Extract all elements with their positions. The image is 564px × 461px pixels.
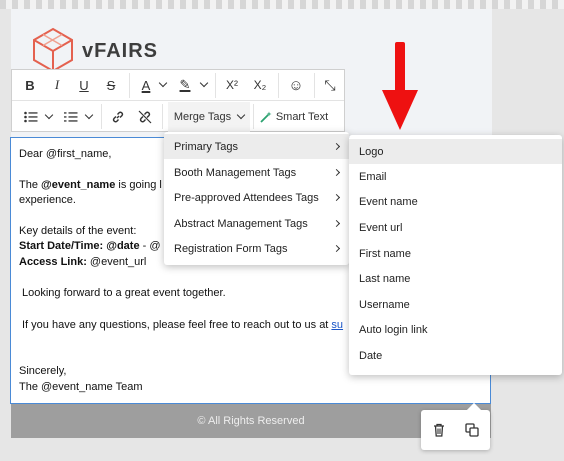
tag-item-email[interactable]: Email <box>349 164 562 189</box>
access-link-line: Access Link: @event_url <box>19 256 147 268</box>
tag-item-username[interactable]: Username <box>349 292 562 317</box>
numbered-list-chevron-icon[interactable] <box>83 102 95 132</box>
trash-icon[interactable] <box>430 421 448 439</box>
sincerely-text: Sincerely, <box>19 365 67 377</box>
numbered-list-icon[interactable] <box>60 102 82 132</box>
tag-item-auto-login-link[interactable]: Auto login link <box>349 317 562 342</box>
email-footer: © All Rights Reserved <box>11 404 491 438</box>
merge-tags-menu: Primary Tags Booth Management Tags Pre-a… <box>164 132 349 265</box>
team-signature-text: The @event_name Team <box>19 381 143 393</box>
toolbar-divider <box>101 104 102 129</box>
tag-item-last-name[interactable]: Last name <box>349 266 562 291</box>
highlight-icon[interactable]: ✎ <box>175 70 195 100</box>
subscript-icon[interactable]: X₂ <box>248 70 272 100</box>
looking-forward-text: Looking forward to a great event togethe… <box>22 287 226 299</box>
tag-item-event-name[interactable]: Event name <box>349 189 562 214</box>
font-color-icon[interactable]: A <box>136 70 156 100</box>
tag-item-date[interactable]: Date <box>349 343 562 368</box>
top-border <box>0 0 564 9</box>
duplicate-icon[interactable] <box>463 421 481 439</box>
greeting-text: Dear @first_name, <box>19 148 112 160</box>
underline-icon[interactable]: U <box>72 70 96 100</box>
submenu-arrow-icon <box>332 168 341 177</box>
merge-tags-chevron-icon <box>236 110 246 119</box>
strikethrough-icon[interactable]: S <box>99 70 123 100</box>
collapse-icon[interactable]: ⤡ <box>318 70 342 100</box>
magic-wand-icon <box>260 111 272 123</box>
toolbar-divider <box>253 104 254 129</box>
font-color-chevron-icon[interactable] <box>157 70 169 100</box>
toolbar-row-2: Merge Tags Smart Text <box>12 101 344 132</box>
italic-icon[interactable]: I <box>45 70 69 100</box>
primary-tags-submenu: Logo Email Event name Event url First na… <box>349 135 562 375</box>
start-date-line: Start Date/Time: @date - @ <box>19 240 161 252</box>
brand-name: vFAIRS <box>82 40 159 62</box>
submenu-arrow-icon <box>332 244 341 253</box>
unlink-icon[interactable] <box>133 102 157 132</box>
block-actions <box>421 402 490 450</box>
toolbar-row-1: B I U S A ✎ X² X₂ ☺ ⤡ <box>12 70 344 101</box>
toolbar-divider <box>129 73 130 98</box>
toolbar-divider <box>215 73 216 98</box>
smart-text-button[interactable]: Smart Text <box>257 102 331 132</box>
toolbar-divider <box>278 73 279 98</box>
footer-text: © All Rights Reserved <box>197 415 305 427</box>
link-icon[interactable] <box>106 102 130 132</box>
menu-item-booth-management-tags[interactable]: Booth Management Tags <box>164 160 349 185</box>
smart-text-label: Smart Text <box>275 110 329 123</box>
menu-item-pre-approved-attendees-tags[interactable]: Pre-approved Attendees Tags <box>164 185 349 210</box>
menu-item-abstract-management-tags[interactable]: Abstract Management Tags <box>164 211 349 236</box>
bullet-list-chevron-icon[interactable] <box>43 102 55 132</box>
questions-text: If you have any questions, please feel f… <box>22 319 344 331</box>
highlight-chevron-icon[interactable] <box>198 70 210 100</box>
toolbar-divider <box>314 73 315 98</box>
submenu-arrow-icon <box>332 193 341 202</box>
menu-item-primary-tags[interactable]: Primary Tags <box>164 134 349 159</box>
rich-text-toolbar: B I U S A ✎ X² X₂ ☺ ⤡ Merge Tags Smart T… <box>11 69 345 132</box>
experience-line: experience. <box>19 194 76 206</box>
tag-item-event-url[interactable]: Event url <box>349 215 562 240</box>
key-details-heading: Key details of the event: <box>19 225 137 237</box>
event-line: The @event_name is going l <box>19 179 162 191</box>
tag-item-first-name[interactable]: First name <box>349 241 562 266</box>
tag-item-logo[interactable]: Logo <box>349 139 562 164</box>
bullet-list-icon[interactable] <box>20 102 42 132</box>
emoji-icon[interactable]: ☺ <box>284 70 308 100</box>
merge-tags-label: Merge Tags <box>173 110 232 123</box>
superscript-icon[interactable]: X² <box>220 70 244 100</box>
vfairs-logo-icon <box>33 27 73 73</box>
bold-icon[interactable]: B <box>18 70 42 100</box>
toolbar-divider <box>162 104 163 129</box>
support-email-link[interactable]: su <box>331 319 343 331</box>
merge-tags-button[interactable]: Merge Tags <box>168 101 250 132</box>
submenu-arrow-icon <box>332 219 341 228</box>
menu-item-registration-form-tags[interactable]: Registration Form Tags <box>164 236 349 261</box>
submenu-arrow-icon <box>332 142 341 151</box>
red-arrow-icon <box>382 42 418 130</box>
